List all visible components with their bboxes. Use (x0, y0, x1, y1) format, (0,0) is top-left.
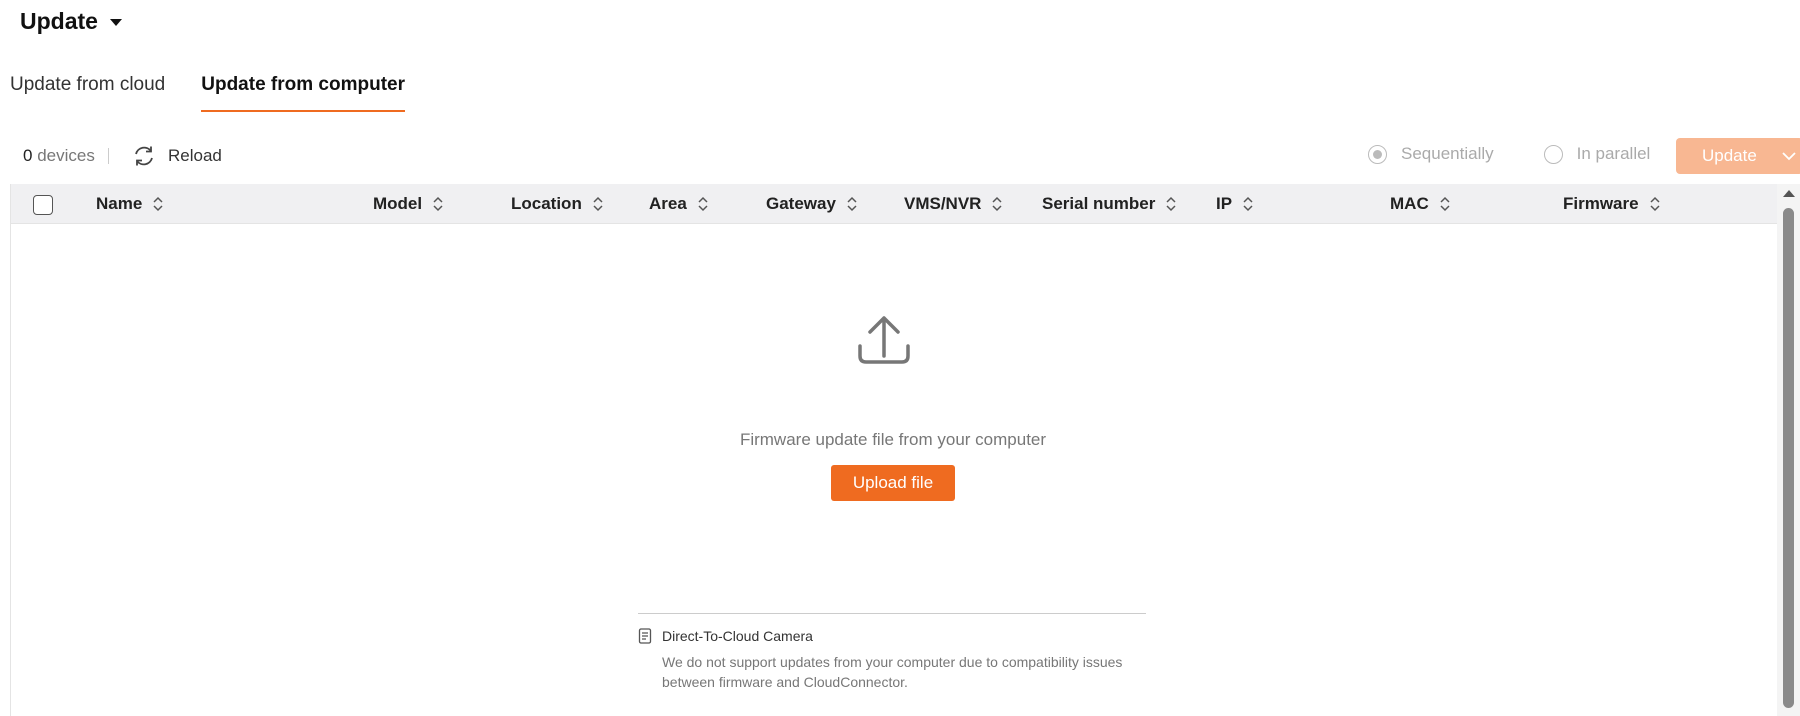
column-header-serial-number[interactable]: Serial number (1042, 194, 1177, 214)
table-header: Name Model Location Area Gateway VMS/NVR… (11, 184, 1777, 224)
update-button-label: Update (1702, 146, 1757, 165)
toolbar-divider (108, 148, 109, 164)
radio-checked-icon (1368, 144, 1387, 164)
page-header[interactable]: Update (20, 6, 122, 36)
radio-unchecked-icon (1543, 144, 1563, 164)
sort-icon (992, 196, 1002, 212)
vertical-scrollbar[interactable] (1777, 184, 1800, 716)
sort-icon (1440, 196, 1450, 212)
column-header-mac[interactable]: MAC (1390, 194, 1451, 214)
upload-icon (858, 316, 910, 364)
device-count: 0 devices (23, 146, 95, 166)
column-label: Location (511, 194, 582, 213)
info-note: Direct-To-Cloud Camera We do not support… (638, 613, 1146, 692)
sort-icon (698, 196, 708, 212)
scrollbar-thumb[interactable] (1783, 208, 1794, 708)
sort-icon (847, 196, 857, 212)
column-header-vms-nvr[interactable]: VMS/NVR (904, 194, 1003, 214)
column-label: IP (1216, 194, 1233, 213)
sort-icon (593, 196, 603, 212)
sort-icon (153, 196, 163, 212)
scroll-up-arrow-icon[interactable] (1783, 190, 1795, 197)
column-header-location[interactable]: Location (511, 194, 604, 214)
column-label: Area (649, 194, 687, 213)
tab-update-from-computer[interactable]: Update from computer (201, 70, 405, 112)
reload-button[interactable]: Reload (132, 142, 222, 170)
radio-in-parallel[interactable]: In parallel (1543, 144, 1651, 164)
empty-state-message: Firmware update file from your computer (739, 430, 1047, 449)
column-header-ip[interactable]: IP (1216, 194, 1254, 214)
page-title: Update (20, 7, 98, 34)
column-header-model[interactable]: Model (373, 194, 444, 214)
device-count-label: devices (37, 146, 95, 165)
radio-sequentially[interactable]: Sequentially (1368, 144, 1494, 164)
tab-update-from-cloud[interactable]: Update from cloud (10, 70, 165, 112)
column-label: MAC (1390, 194, 1429, 213)
column-label: Name (96, 194, 143, 213)
update-button[interactable]: Update (1676, 138, 1800, 174)
column-header-firmware[interactable]: Firmware (1563, 194, 1661, 214)
reload-label: Reload (168, 146, 222, 165)
info-note-title: Direct-To-Cloud Camera (662, 628, 813, 644)
sort-icon (1650, 196, 1660, 212)
sort-icon (433, 196, 443, 212)
info-note-header: Direct-To-Cloud Camera (638, 628, 1146, 644)
chevron-down-icon (1782, 152, 1796, 161)
radio-sequentially-label: Sequentially (1401, 144, 1494, 163)
column-label: Firmware (1563, 194, 1639, 213)
column-header-gateway[interactable]: Gateway (766, 194, 858, 214)
toolbar: 0 devices Reload Sequentially In paralle… (10, 138, 1800, 174)
column-header-name[interactable]: Name (96, 194, 164, 214)
upload-file-button[interactable]: Upload file (831, 465, 955, 501)
column-label: Serial number (1042, 194, 1156, 213)
radio-in-parallel-label: In parallel (1576, 144, 1651, 163)
caret-down-icon[interactable] (109, 18, 122, 26)
column-header-area[interactable]: Area (649, 194, 709, 214)
document-icon (638, 628, 652, 644)
reload-icon (135, 146, 153, 166)
device-count-number: 0 (23, 146, 33, 165)
column-label: Model (373, 194, 423, 213)
column-label: VMS/NVR (904, 194, 982, 213)
sort-icon (1243, 196, 1253, 212)
column-label: Gateway (766, 194, 836, 213)
sort-icon (1166, 196, 1176, 212)
tab-bar: Update from cloud Update from computer (10, 70, 441, 112)
update-mode-radio-group: Sequentially In parallel (1368, 144, 1700, 164)
info-note-body: We do not support updates from your comp… (662, 654, 1123, 690)
select-all-checkbox[interactable] (33, 195, 53, 215)
